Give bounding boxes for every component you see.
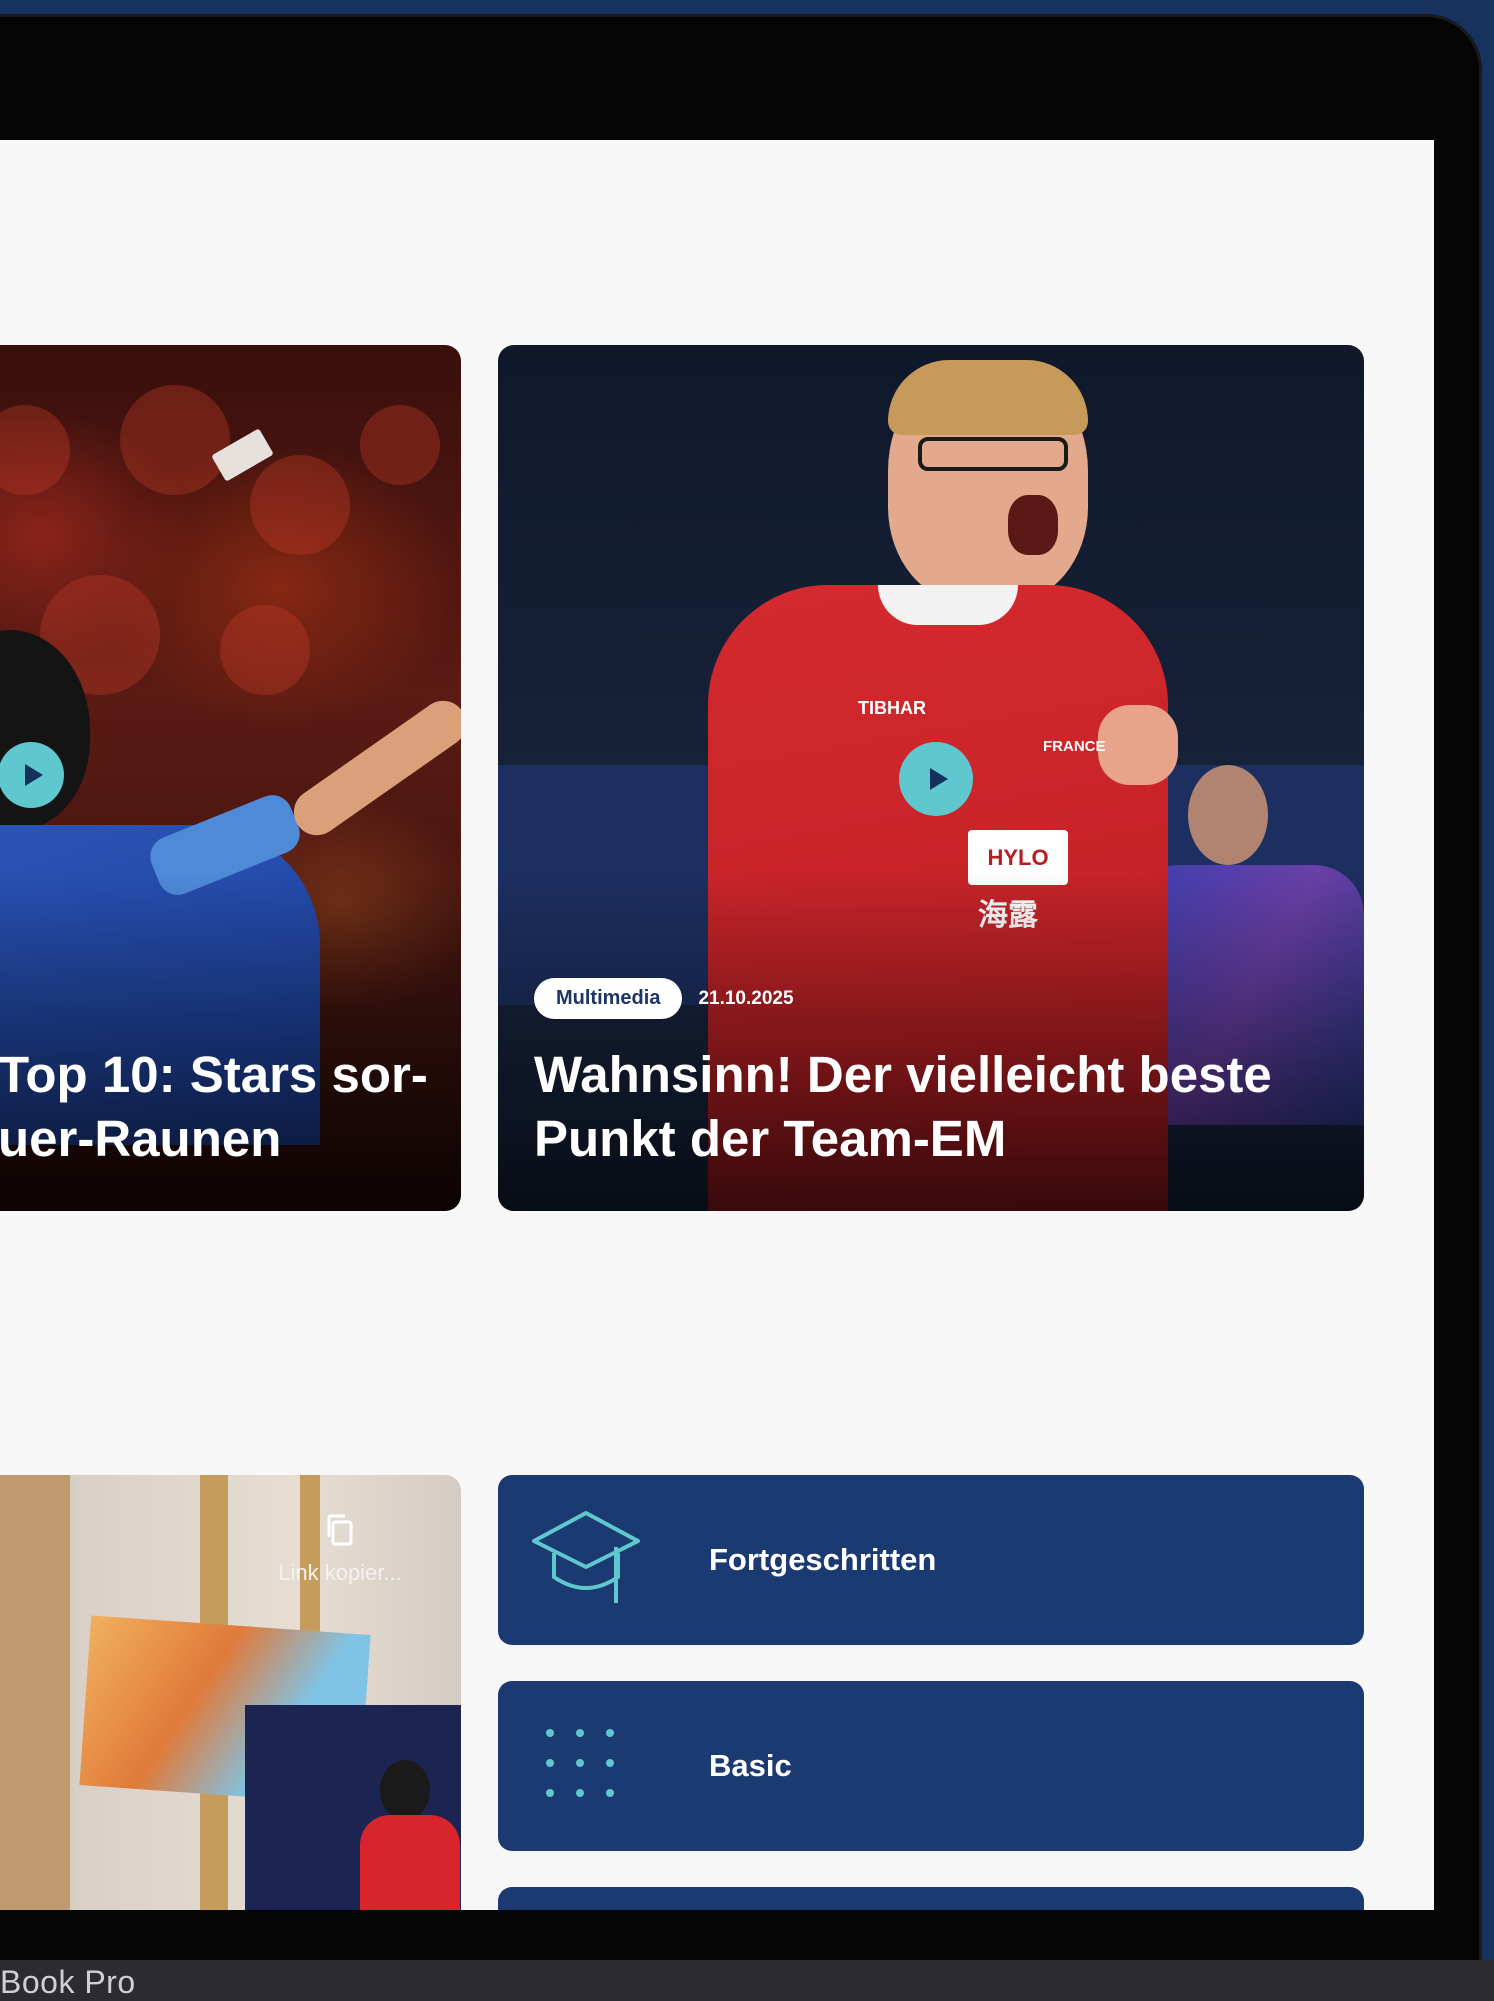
level-label: Fortgeschritten	[709, 1542, 937, 1577]
level-label: Basic	[709, 1748, 792, 1783]
mouth-shape	[1008, 495, 1058, 555]
player-arm-skin-shape	[284, 691, 461, 845]
title-line-2: uer-Raunen	[0, 1110, 282, 1167]
kid-shirt-shape	[360, 1815, 460, 1910]
shirt-brand-text: TIBHAR	[858, 698, 926, 718]
copy-link-label: Link kopier...	[278, 1560, 402, 1585]
shirt-collar	[878, 585, 1018, 625]
level-tile-next[interactable]	[498, 1887, 1364, 1910]
dot-grid-icon	[546, 1729, 614, 1797]
video-card-right[interactable]: HYLO 海露 TIBHAR FRANCE Multimedia 21.10.2…	[498, 345, 1364, 1211]
background-player-head	[1188, 765, 1268, 865]
title-line-1: Wahnsinn! Der vielleicht beste	[534, 1046, 1272, 1103]
wall-pillar-shape	[0, 1475, 70, 1910]
play-button[interactable]	[899, 742, 973, 816]
play-icon	[929, 768, 948, 790]
kid-head-shape	[380, 1760, 430, 1820]
shirt-country-text: FRANCE	[1043, 738, 1106, 755]
graduation-cap-icon	[532, 1511, 640, 1603]
video-card-right-title[interactable]: Wahnsinn! Der vielleicht beste Punkt der…	[534, 1043, 1272, 1171]
card-meta: Multimedia 21.10.2025	[534, 978, 794, 1019]
shirt-sponsor-text: HYLO	[987, 844, 1049, 870]
copy-icon	[327, 1514, 353, 1546]
video-card-left[interactable]: Top 10: Stars sor- uer-Raunen	[0, 345, 461, 1211]
level-tile-basic[interactable]: Basic	[498, 1681, 1364, 1851]
title-line-2: Punkt der Team-EM	[534, 1110, 1007, 1167]
laptop-bottom-bar	[0, 1960, 1494, 2001]
glasses-shape	[918, 437, 1068, 471]
video-card-left-title[interactable]: Top 10: Stars sor- uer-Raunen	[0, 1043, 428, 1171]
level-tile-fortgeschritten[interactable]: Fortgeschritten	[498, 1475, 1364, 1645]
copy-link-button[interactable]: Link kopier...	[260, 1513, 420, 1586]
main-player-hair	[888, 360, 1088, 435]
fist-shape	[1098, 705, 1178, 785]
photo-card[interactable]: Link kopier...	[0, 1475, 461, 1910]
browser-viewport: Top 10: Stars sor- uer-Raunen HYLO 海露 TI…	[0, 140, 1434, 1910]
play-button[interactable]	[0, 742, 64, 808]
laptop-model-label: Book Pro	[0, 1964, 136, 2000]
title-line-1: Top 10: Stars sor-	[0, 1046, 428, 1103]
card-date: 21.10.2025	[698, 987, 794, 1009]
category-badge[interactable]: Multimedia	[534, 978, 683, 1019]
play-icon	[24, 764, 43, 786]
